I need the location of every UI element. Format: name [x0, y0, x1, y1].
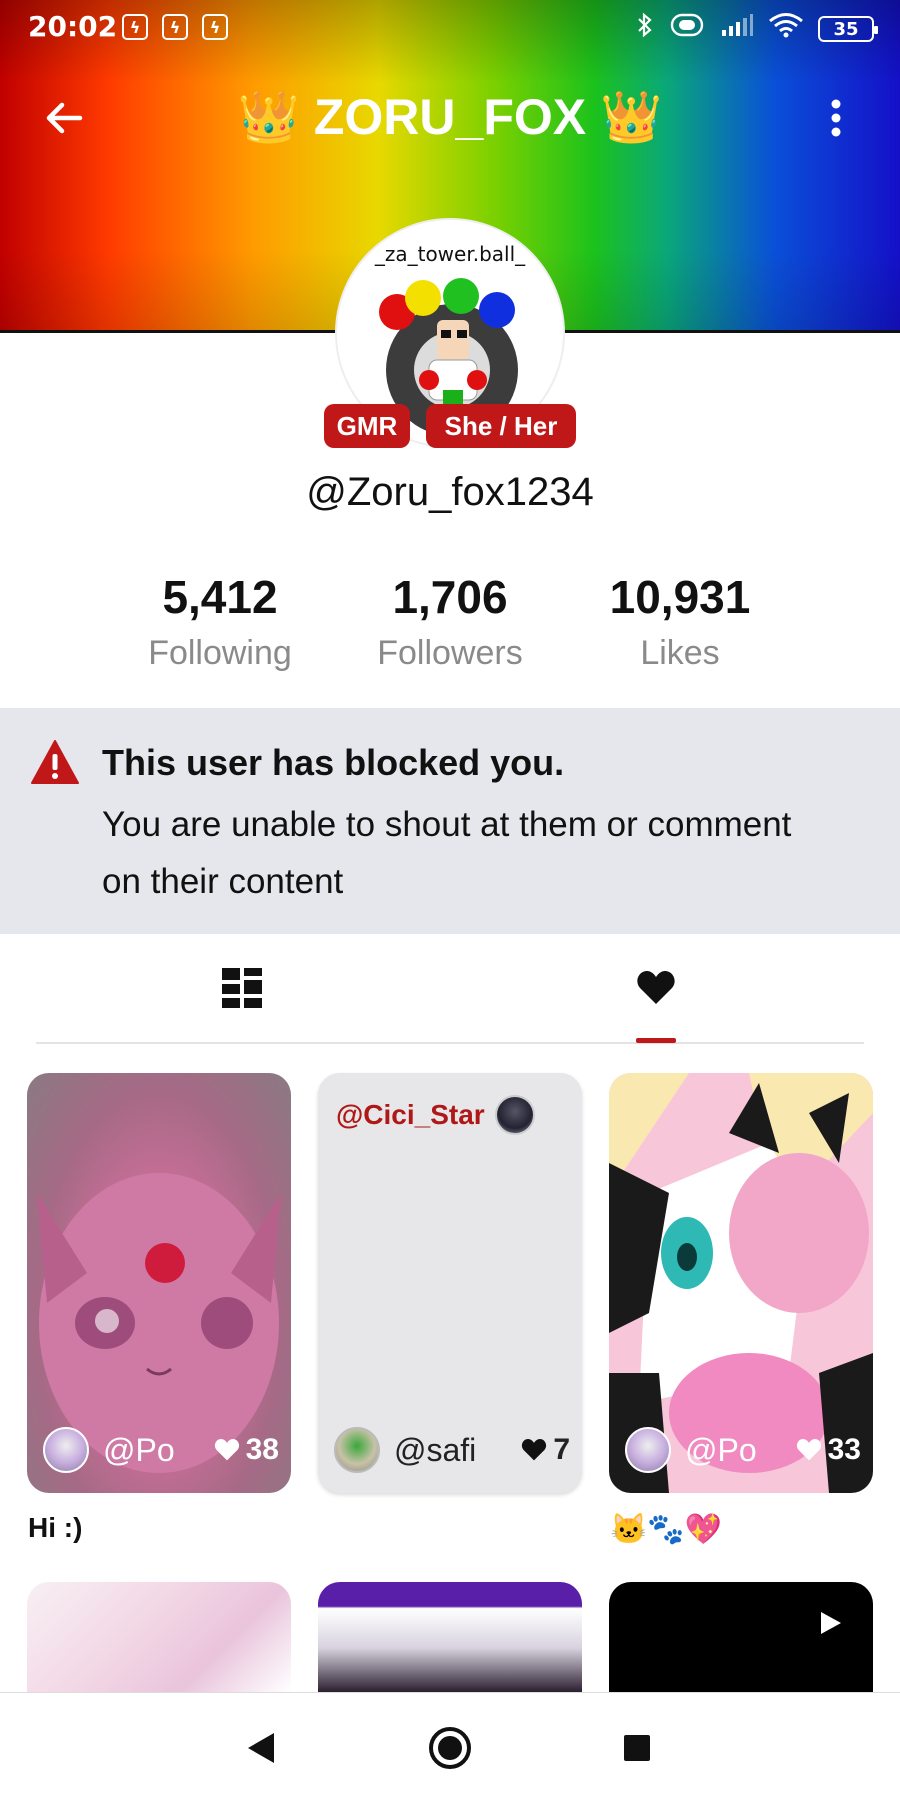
- stat-value: 10,931: [609, 571, 751, 623]
- avatar[interactable]: [43, 1427, 89, 1473]
- stat-label: Likes: [640, 634, 720, 672]
- pronoun-badge: She / Her: [426, 404, 576, 448]
- username: @Zoru_fox1234: [306, 470, 594, 514]
- post-caption: 🐱🐾💖: [610, 1513, 723, 1546]
- stat-value: 1,706: [392, 571, 508, 623]
- more-vertical-icon: [831, 99, 841, 137]
- stat-label: Following: [148, 634, 292, 672]
- blocked-title: This user has blocked you.: [102, 742, 565, 783]
- heart-icon: [796, 1438, 821, 1461]
- circle-home-icon: [429, 1727, 471, 1769]
- like-count: 38: [245, 1433, 279, 1466]
- blocked-description: You are unable to shout at them or comme…: [102, 805, 792, 901]
- lightning-icon: ϟ: [202, 14, 228, 40]
- more-options-button[interactable]: [808, 90, 864, 146]
- avatar[interactable]: [625, 1427, 671, 1473]
- heart-icon: [637, 971, 675, 1004]
- crown-icon: 👑: [237, 89, 300, 145]
- like-count: 33: [827, 1433, 861, 1466]
- post-username[interactable]: @Po: [103, 1432, 201, 1469]
- post-card[interactable]: [27, 1582, 291, 1692]
- post-caption: Hi :): [28, 1512, 83, 1543]
- status-icons: 35: [636, 12, 878, 46]
- lightning-icon: ϟ: [122, 14, 148, 40]
- grid-icon: [222, 968, 262, 1008]
- profile-title: ZORU_FOX: [313, 89, 587, 145]
- tab-posts[interactable]: [202, 958, 282, 1018]
- nav-recents-button[interactable]: [612, 1723, 662, 1773]
- stat-label: Followers: [377, 634, 523, 672]
- post-likes: 38: [214, 1433, 279, 1467]
- arrow-left-icon: [46, 102, 83, 134]
- post-footer: @Po 33: [625, 1427, 861, 1473]
- stat-value: 5,412: [162, 571, 278, 623]
- post-username[interactable]: @safi: [394, 1432, 492, 1469]
- stat-following[interactable]: 5,412 Following: [100, 570, 340, 673]
- active-tab-indicator: [636, 1038, 676, 1043]
- square-recents-icon: [624, 1735, 650, 1761]
- post-likes: 7: [521, 1433, 570, 1467]
- signal-icon: [720, 12, 754, 46]
- battery-icon: 35: [818, 16, 878, 42]
- page-title: 👑 ZORU_FOX 👑: [150, 88, 750, 147]
- nav-back-button[interactable]: [236, 1723, 286, 1773]
- warning-icon: [31, 740, 79, 784]
- role-badge: GMR: [324, 404, 410, 448]
- post-footer: @safi 7: [334, 1427, 570, 1473]
- mention-username: @Cici_Star: [336, 1099, 485, 1130]
- post-username[interactable]: @Po: [685, 1432, 783, 1469]
- stat-likes[interactable]: 10,931 Likes: [560, 570, 800, 673]
- stat-followers[interactable]: 1,706 Followers: [330, 570, 570, 673]
- post-card[interactable]: @Cici_Star @safi 7: [318, 1073, 582, 1493]
- tab-liked[interactable]: [616, 958, 696, 1018]
- wifi-icon: [768, 12, 804, 46]
- triangle-back-icon: [248, 1733, 274, 1763]
- system-nav-bar: [0, 1692, 900, 1800]
- post-card[interactable]: [318, 1582, 582, 1692]
- post-likes: 33: [796, 1433, 861, 1467]
- shoutout-mention[interactable]: @Cici_Star: [336, 1095, 535, 1135]
- vibrate-icon: [668, 12, 706, 46]
- heart-icon: [214, 1438, 239, 1461]
- avatar[interactable]: [334, 1427, 380, 1473]
- nav-home-button[interactable]: [425, 1723, 475, 1773]
- profile-stats: 5,412 Following 1,706 Followers 10,931 L…: [0, 570, 900, 690]
- heart-icon: [522, 1438, 547, 1461]
- crown-icon: 👑: [600, 89, 663, 145]
- blocked-notice: This user has blocked you. You are unabl…: [0, 708, 900, 934]
- play-icon: [821, 1612, 841, 1634]
- status-time: 20:02: [28, 10, 118, 43]
- post-footer: @Po 38: [43, 1427, 279, 1473]
- content-tabs: [36, 934, 864, 1044]
- post-card[interactable]: @Po 38: [27, 1073, 291, 1493]
- back-button[interactable]: [36, 90, 92, 146]
- status-bar: 20:02 ϟ ϟ ϟ 35: [0, 0, 900, 52]
- post-card[interactable]: @Po 33: [609, 1073, 873, 1493]
- lightning-icon: ϟ: [162, 14, 188, 40]
- avatar: [494, 1095, 535, 1135]
- post-card[interactable]: [609, 1582, 873, 1692]
- like-count: 7: [553, 1433, 570, 1466]
- bluetooth-icon: [636, 12, 654, 46]
